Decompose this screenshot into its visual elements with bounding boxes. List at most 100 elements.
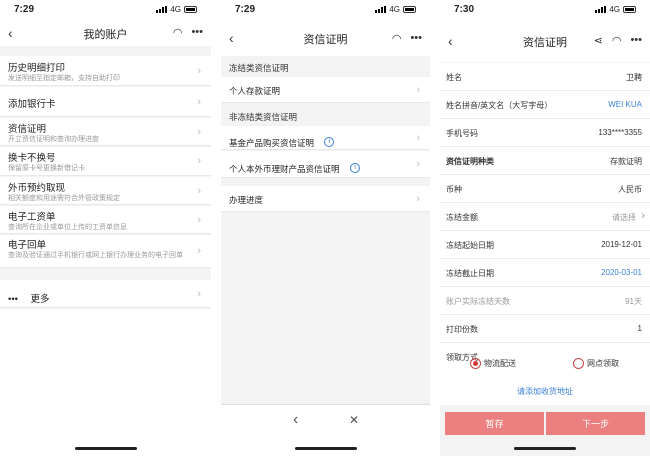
field-label: 资信证明种类 — [446, 157, 494, 166]
item-deposit-proof[interactable]: 个人存款证明 › — [221, 77, 430, 103]
chevron-right-icon: › — [197, 245, 201, 257]
form-row-end-date[interactable]: 冻结截止日期 2020-03-01 — [440, 259, 650, 287]
status-time: 7:29 — [235, 4, 256, 15]
save-draft-button[interactable]: 暂存 — [445, 412, 544, 435]
page-title: 我的账户 — [83, 29, 128, 41]
headset-icon[interactable]: ◠ — [392, 32, 402, 45]
radio-unchecked-icon — [573, 358, 584, 369]
field-value[interactable]: 2019-12-01 — [601, 240, 642, 249]
more-icon[interactable]: ••• — [630, 34, 642, 47]
share-icon[interactable]: ⋖ — [594, 34, 603, 47]
browser-close-icon[interactable]: ✕ — [349, 413, 359, 427]
field-value[interactable]: 2020-03-01 — [601, 268, 642, 277]
screen-credit-proof: 7:29 4G ‹ 资信证明 ◠ ••• 冻结类资信证明 个人存款证明 › 非冻… — [221, 0, 430, 456]
field-value: 人民币 — [618, 185, 642, 194]
signal-icon — [375, 6, 387, 13]
back-icon[interactable]: ‹ — [448, 33, 453, 49]
menu-item-more[interactable]: ••• 更多 › — [0, 280, 211, 308]
amount-select[interactable]: 请选择 — [612, 212, 636, 223]
home-indicator — [294, 447, 357, 450]
screen-credit-proof-form: 7:30 4G ‹ 资信证明 ⋖ ◠ ••• 姓名 卫聘 姓名拼音/英文名（大写… — [440, 0, 650, 456]
chevron-right-icon: › — [197, 184, 201, 197]
field-value[interactable]: WEI KUA — [608, 100, 642, 109]
form-row-proof-type: 资信证明种类 存款证明 — [440, 147, 650, 175]
menu-item-fx-withdrawal[interactable]: 外币预约取现 相关额度和用途需符合外管政策规定 › — [0, 177, 211, 205]
field-label: 币种 — [446, 185, 462, 194]
chevron-right-icon: › — [197, 287, 201, 300]
radio-logistics[interactable]: 物流配送 — [470, 358, 516, 369]
page-title: 资信证明 — [303, 34, 348, 46]
signal-indicators: 4G — [375, 5, 416, 14]
menu-item-e-payslip[interactable]: 电子工资单 查询所在企业或单位上传的工资单信息 › — [0, 206, 211, 234]
menu-item-sub: 相关额度和用途需符合外管政策规定 — [8, 195, 120, 202]
field-value: 卫聘 — [626, 73, 642, 82]
radio-label: 网点领取 — [587, 359, 619, 368]
status-time: 7:29 — [14, 4, 35, 15]
network-label: 4G — [389, 5, 400, 14]
section-nonfrozen-label: 非冻结类资信证明 — [229, 112, 298, 122]
menu-item-sub: 保留原卡号更换新借记卡 — [8, 165, 85, 172]
menu-item-label: 添加银行卡 — [8, 99, 56, 110]
field-label: 冻结起始日期 — [446, 241, 494, 250]
item-label: 个人存款证明 — [229, 86, 281, 96]
form-row-start-date[interactable]: 冻结起始日期 2019-12-01 — [440, 231, 650, 259]
signal-indicators: 4G — [156, 5, 197, 14]
home-indicator — [514, 447, 576, 450]
item-fund-proof[interactable]: 基金产品购买资信证明 i › — [221, 126, 430, 150]
add-address-link[interactable]: 请添加收货地址 — [440, 386, 650, 397]
status-bar: 7:29 4G — [0, 0, 211, 22]
signal-indicators: 4G — [595, 5, 636, 14]
menu-item-credit-proof[interactable]: 资信证明 开立资信证明和查询办理进度 › — [0, 118, 211, 146]
more-icon[interactable]: ••• — [191, 26, 203, 39]
menu-item-label: 更多 — [30, 294, 50, 305]
menu-item-add-card[interactable]: 添加银行卡 › — [0, 87, 211, 117]
form-row-copies[interactable]: 打印份数 1 — [440, 315, 650, 343]
form-row-currency: 币种 人民币 — [440, 175, 650, 203]
status-bar: 7:30 4G — [440, 0, 650, 22]
page-title: 资信证明 — [523, 37, 567, 49]
menu-item-sub: 查询及验证通过手机银行或网上银行办理业务的电子回单 — [8, 252, 183, 259]
item-progress[interactable]: 办理进度 › — [221, 186, 430, 212]
field-label: 冻结截止日期 — [446, 269, 494, 278]
back-icon[interactable]: ‹ — [8, 25, 13, 41]
form-row-amount[interactable]: 冻结金额 请选择 › — [440, 203, 650, 231]
menu-item-sub: 查询所在企业或单位上传的工资单信息 — [8, 224, 127, 231]
field-label: 姓名 — [446, 73, 462, 82]
next-step-button[interactable]: 下一步 — [546, 412, 645, 435]
headset-icon[interactable]: ◠ — [173, 26, 183, 39]
radio-branch[interactable]: 网点领取 — [573, 358, 619, 369]
menu-item-label: 电子工资单 — [8, 212, 56, 223]
chevron-right-icon: › — [641, 210, 645, 222]
info-icon[interactable]: i — [349, 162, 360, 173]
field-value[interactable]: 1 — [638, 324, 642, 333]
nav-bar: ‹ 资信证明 ◠ ••• — [221, 22, 430, 56]
headset-icon[interactable]: ◠ — [612, 34, 622, 47]
back-icon[interactable]: ‹ — [229, 30, 234, 46]
info-icon[interactable]: i — [324, 136, 335, 147]
item-label: 办理进度 — [229, 195, 264, 205]
browser-back-icon[interactable]: ‹ — [293, 411, 298, 429]
menu-item-sub: 发送明细至指定邮箱，支持自助打印 — [8, 75, 120, 82]
chevron-right-icon: › — [416, 192, 420, 205]
field-value: 133****3355 — [598, 128, 642, 137]
more-icon[interactable]: ••• — [410, 32, 422, 45]
section-frozen-label: 冻结类资信证明 — [229, 63, 289, 73]
battery-icon — [184, 6, 197, 13]
menu-item-label: 换卡不换号 — [8, 153, 56, 164]
chevron-right-icon: › — [416, 131, 420, 144]
battery-icon — [623, 6, 636, 13]
home-indicator — [74, 447, 137, 450]
nav-actions: ⋖ ◠ ••• — [594, 34, 642, 47]
menu-item-history-print[interactable]: 历史明细打印 发送明细至指定邮箱，支持自助打印 › — [0, 56, 211, 86]
item-fx-proof[interactable]: 个人本外币理财产品资信证明 i › — [221, 151, 430, 178]
menu-item-label: 电子回单 — [8, 240, 47, 251]
radio-checked-icon — [470, 358, 481, 369]
field-label: 姓名拼音/英文名（大写字母） — [446, 101, 553, 110]
menu-item-e-receipt[interactable]: 电子回单 查询及验证通过手机银行或网上银行办理业务的电子回单 › — [0, 235, 211, 268]
nav-actions: ◠ ••• — [173, 26, 203, 39]
menu-item-label: 外币预约取现 — [8, 183, 66, 194]
chevron-right-icon: › — [197, 64, 201, 77]
menu-item-card-replace[interactable]: 换卡不换号 保留原卡号更换新借记卡 › — [0, 147, 211, 176]
menu-item-label: 历史明细打印 — [8, 63, 66, 74]
form-row-phone: 手机号码 133****3355 — [440, 119, 650, 147]
